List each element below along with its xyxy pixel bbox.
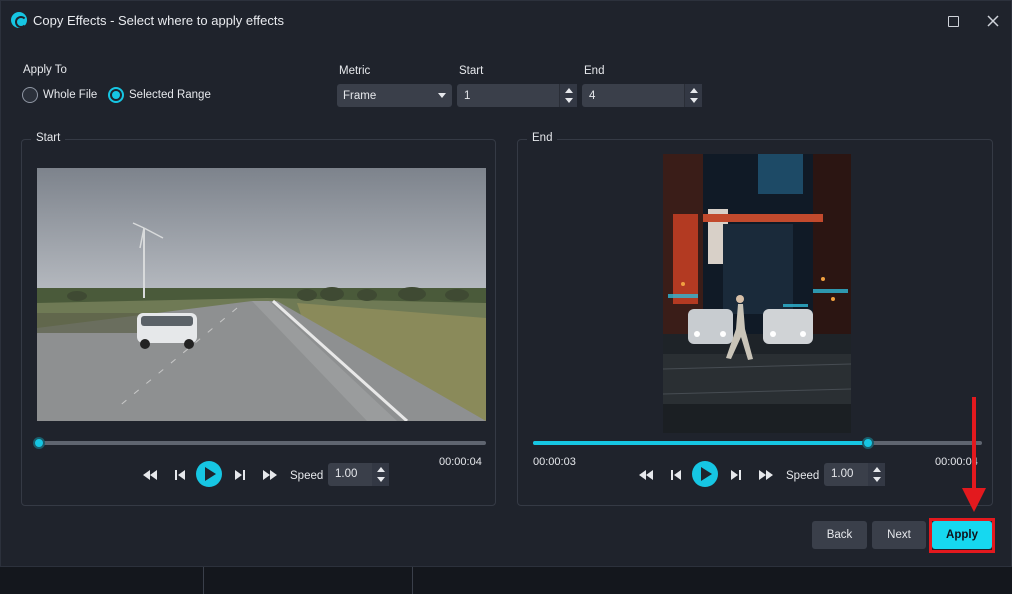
start-play-button[interactable] [196,461,222,487]
start-label: Start [459,65,484,77]
window-title: Copy Effects - Select where to apply eff… [33,13,284,28]
end-speed-spinbox[interactable]: 1.00 [824,463,885,486]
taskbar-divider [412,567,413,594]
title-bar: Copy Effects - Select where to apply eff… [1,1,1011,41]
increment-arrow-icon[interactable] [565,88,573,93]
close-button[interactable] [982,10,1004,32]
next-frame-icon[interactable] [729,468,743,482]
end-spinbox[interactable]: 4 [582,84,702,107]
start-timeline-handle[interactable] [33,437,45,449]
apply-to-label: Apply To [23,64,67,76]
apply-highlight-box [929,518,995,553]
start-value: 1 [464,90,471,102]
radio-circle [22,87,38,103]
whole-file-radio[interactable]: Whole File [22,86,97,104]
radio-circle-selected [108,87,124,103]
metric-select[interactable]: Frame [337,84,452,107]
road-scene-image [37,168,486,421]
close-icon [987,15,999,27]
increment-arrow-icon[interactable] [377,467,385,472]
decrement-arrow-icon[interactable] [377,477,385,482]
decrement-arrow-icon[interactable] [873,477,881,482]
start-panel-title: Start [31,132,66,144]
start-speed-value: 1.00 [335,468,358,480]
annotation-arrow-shaft [972,397,976,489]
selected-range-radio[interactable]: Selected Range [108,86,211,104]
start-stepper[interactable] [559,84,577,107]
start-video-preview [37,168,486,421]
start-speed-stepper[interactable] [372,463,389,486]
taskbar-divider [203,567,204,594]
end-panel-title: End [527,132,558,144]
start-speed-spinbox[interactable]: 1.00 [328,463,389,486]
previous-frame-icon[interactable] [173,468,187,482]
next-frame-icon[interactable] [233,468,247,482]
start-spinbox[interactable]: 1 [457,84,577,107]
end-current-time: 00:00:03 [533,456,576,468]
end-speed-label: Speed [786,470,820,482]
next-button[interactable]: Next [872,521,926,549]
end-play-button[interactable] [692,461,718,487]
selected-range-label: Selected Range [129,89,211,101]
chevron-down-icon [438,93,446,98]
back-button[interactable]: Back [812,521,867,549]
end-video-preview [663,154,851,433]
end-stepper[interactable] [684,84,702,107]
skip-to-end-icon[interactable] [263,468,277,482]
previous-frame-icon[interactable] [669,468,683,482]
metric-value: Frame [343,90,377,102]
start-speed-label: Speed [290,470,324,482]
whole-file-label: Whole File [43,89,98,101]
increment-arrow-icon[interactable] [690,88,698,93]
increment-arrow-icon[interactable] [873,467,881,472]
end-label: End [584,65,605,77]
copy-effects-dialog: Copy Effects - Select where to apply eff… [0,0,1012,567]
maximize-button[interactable] [942,10,964,32]
end-value: 4 [589,90,596,102]
metric-label: Metric [339,65,371,77]
maximize-icon [948,16,959,27]
skip-to-end-icon[interactable] [759,468,773,482]
start-timestamp: 00:00:04 [439,456,482,468]
annotation-arrow-head-icon [962,488,986,512]
city-street-image [663,154,851,433]
skip-to-start-icon[interactable] [143,468,157,482]
end-timeline-handle[interactable] [862,437,874,449]
decrement-arrow-icon[interactable] [565,98,573,103]
end-speed-value: 1.00 [831,468,854,480]
taskbar [0,567,1012,594]
end-speed-stepper[interactable] [868,463,885,486]
app-logo-icon [11,12,27,28]
start-timeline-track[interactable] [39,441,486,445]
decrement-arrow-icon[interactable] [690,98,698,103]
skip-to-start-icon[interactable] [639,468,653,482]
end-timeline-progress [533,441,868,445]
